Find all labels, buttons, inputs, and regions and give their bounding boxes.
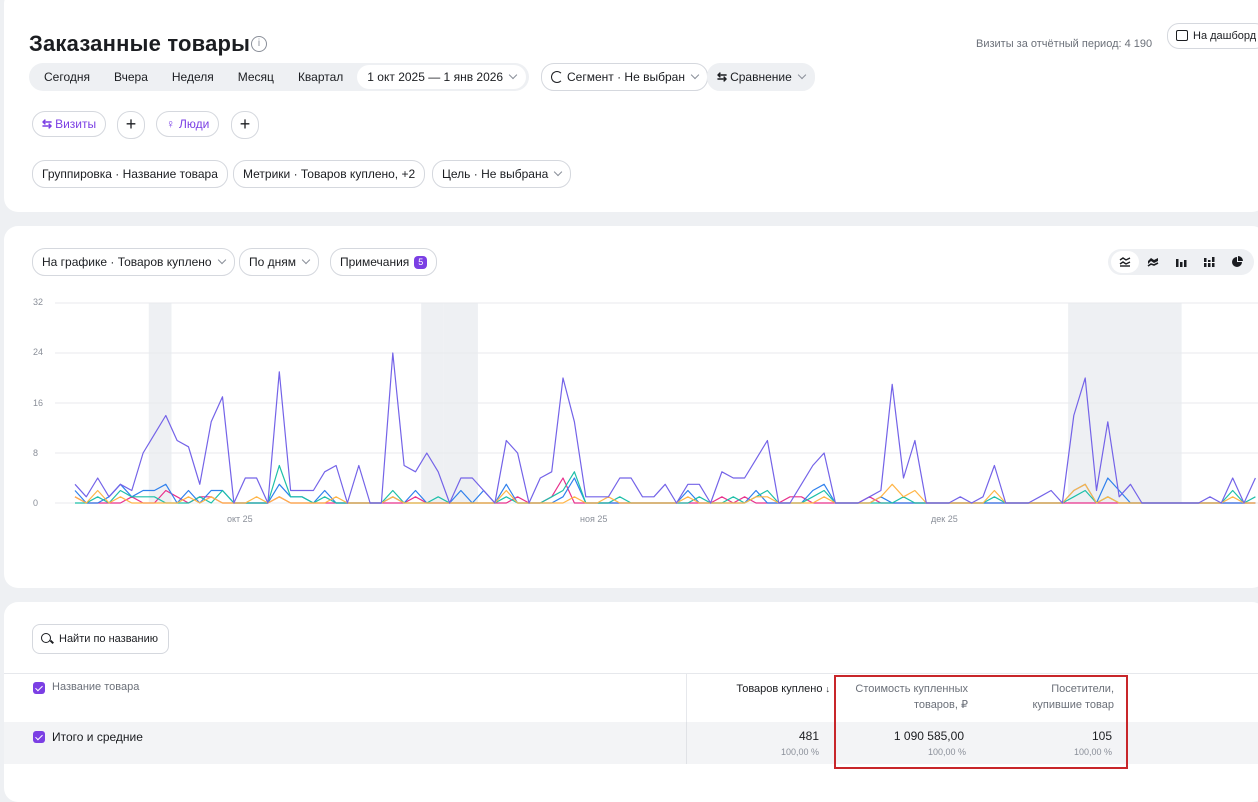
chart-metric-label: На графике · Товаров куплено (42, 255, 212, 269)
people-filter[interactable]: ♀ Люди (156, 111, 220, 137)
period-yesterday[interactable]: Вчера (102, 63, 160, 91)
period-selector: Сегодня Вчера Неделя Месяц Квартал 1 окт… (29, 63, 530, 91)
people-filter-label: Люди (179, 117, 210, 131)
add-to-dashboard-button[interactable]: На дашборд (1167, 23, 1258, 49)
comparison-label: Сравнение (730, 70, 792, 84)
plus-icon: + (239, 114, 251, 134)
x-tick-label-dec: дек 25 (931, 514, 958, 524)
chart-panel (4, 226, 1258, 588)
visits-filter-label: Визиты (55, 117, 97, 131)
sort-desc-icon: ↓ (825, 684, 831, 694)
highlight-frame (834, 675, 1128, 769)
page-title: Заказанные товары (29, 31, 251, 56)
add-people-filter-button[interactable]: + (231, 111, 259, 139)
grouping-label: Группировка · Название товара (42, 167, 218, 181)
x-tick-label-oct: окт 25 (227, 514, 253, 524)
search-icon (41, 633, 54, 644)
granularity-label: По дням (249, 255, 297, 269)
bar-chart-icon[interactable] (1167, 251, 1195, 273)
granularity-dropdown[interactable]: По дням (239, 248, 320, 276)
chart-view-toggle (1108, 249, 1254, 275)
chevron-down-icon (690, 70, 700, 80)
table-divider (4, 673, 1258, 674)
stacked-area-icon[interactable] (1139, 251, 1167, 273)
dashboard-icon (1176, 30, 1188, 41)
area-chart-icon[interactable] (1111, 251, 1139, 273)
total-row-checkbox[interactable] (33, 731, 45, 743)
goal-label: Цель · Не выбрана (442, 167, 549, 181)
y-tick-label: 24 (33, 347, 44, 357)
visits-icon: ⇆ (42, 117, 53, 131)
chevron-down-icon (217, 255, 226, 265)
visits-filter[interactable]: ⇆ Визиты (32, 111, 107, 137)
y-tick-label: 8 (33, 448, 39, 458)
chevron-down-icon (797, 70, 807, 80)
add-visits-filter-button[interactable]: + (117, 111, 145, 139)
chevron-down-icon (508, 70, 518, 80)
segment-dropdown[interactable]: Сегмент · Не выбран (541, 63, 708, 91)
date-range-label: 1 окт 2025 — 1 янв 2026 (367, 70, 504, 84)
column-header-name[interactable]: Название товара (52, 681, 139, 693)
column-header-bought[interactable]: Товаров куплено ↓ (690, 681, 830, 697)
notes-count-badge: 5 (414, 256, 428, 269)
x-tick-label-nov: ноя 25 (580, 514, 608, 524)
column-separator (686, 722, 687, 764)
pie-chart-icon[interactable] (1223, 251, 1251, 273)
chart-metric-dropdown[interactable]: На графике · Товаров куплено (32, 248, 235, 276)
period-today[interactable]: Сегодня (32, 63, 102, 91)
total-bought-value: 481 (798, 729, 819, 743)
y-tick-label: 32 (33, 297, 44, 307)
info-icon[interactable]: i (251, 36, 267, 52)
search-by-name-label: Найти по названию (59, 633, 158, 645)
comparison-icon: ⇆ (717, 70, 728, 84)
goal-dropdown[interactable]: Цель · Не выбрана (432, 160, 572, 188)
person-icon: ♀ (166, 117, 175, 131)
comparison-dropdown[interactable]: ⇆ Сравнение (707, 63, 815, 91)
segment-icon (551, 71, 563, 83)
chevron-down-icon (301, 255, 311, 265)
column-header-bought-label: Товаров куплено (736, 683, 823, 695)
notes-button[interactable]: Примечания 5 (330, 248, 438, 276)
y-tick-label: 16 (33, 398, 44, 408)
add-to-dashboard-label: На дашборд (1193, 30, 1257, 42)
search-by-name-button[interactable]: Найти по названию (32, 624, 169, 654)
period-quarter[interactable]: Квартал (286, 63, 355, 91)
metrics-label: Метрики · Товаров куплено, +2 (243, 167, 416, 181)
period-month[interactable]: Месяц (226, 63, 286, 91)
y-tick-label: 0 (33, 498, 39, 508)
visits-period-text: Визиты за отчётный период: 4 190 (976, 38, 1153, 50)
period-week[interactable]: Неделя (160, 63, 226, 91)
date-range-picker[interactable]: 1 окт 2025 — 1 янв 2026 (357, 65, 527, 89)
stacked-bar-icon[interactable] (1195, 251, 1223, 273)
metrics-dropdown[interactable]: Метрики · Товаров куплено, +2 (233, 160, 426, 188)
grouping-dropdown[interactable]: Группировка · Название товара (32, 160, 228, 188)
segment-label: Сегмент · Не выбран (567, 70, 685, 84)
notes-label: Примечания (340, 255, 410, 269)
plus-icon: + (125, 114, 137, 134)
total-bought-percent: 100,00 % (780, 747, 819, 757)
total-row-label: Итого и средние (52, 730, 143, 744)
select-all-checkbox[interactable] (33, 682, 45, 694)
chevron-down-icon (554, 167, 563, 177)
